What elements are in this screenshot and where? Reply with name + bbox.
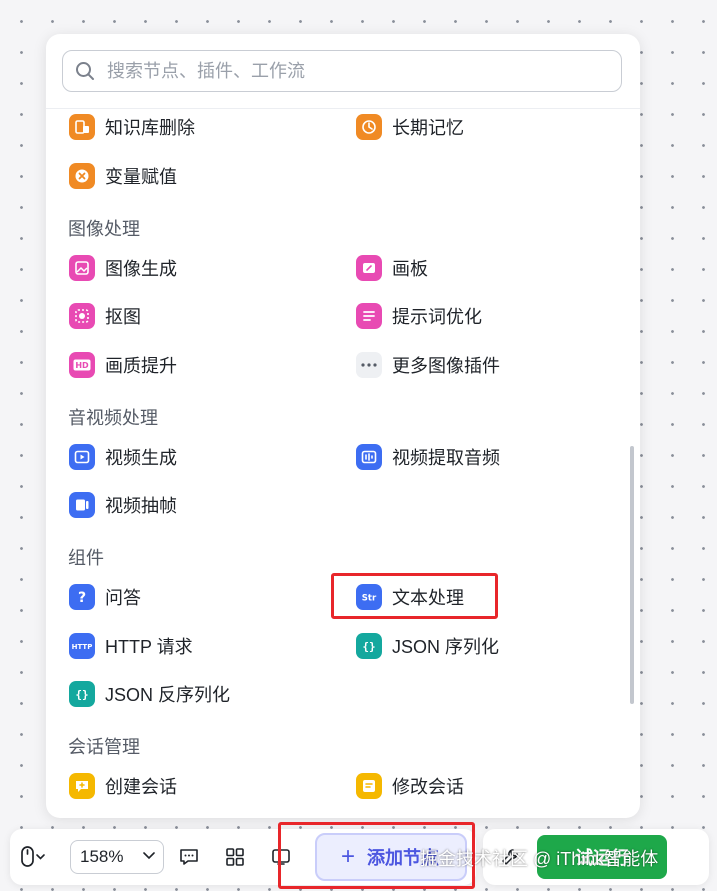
hd-icon: HD: [69, 352, 95, 378]
video-frames-icon: [69, 492, 95, 518]
node-label: 画板: [392, 259, 428, 279]
node-edit-conversation[interactable]: 修改会话: [356, 771, 464, 801]
comment-button[interactable]: [176, 844, 202, 870]
node-long-memory[interactable]: 长期记忆: [356, 112, 464, 142]
canvas-icon: [356, 255, 382, 281]
video-generate-icon: [69, 444, 95, 470]
scrollbar-thumb[interactable]: [630, 446, 634, 704]
section-conversation: 会话管理: [68, 737, 140, 757]
node-label: 变量赋值: [105, 167, 177, 187]
section-audio-video: 音视频处理: [68, 408, 158, 428]
search-icon: [76, 62, 94, 80]
search-divider: [46, 108, 640, 109]
node-video-frames[interactable]: 视频抽帧: [69, 490, 177, 520]
edit-conversation-icon: [356, 773, 382, 799]
node-image-generate[interactable]: 图像生成: [69, 253, 177, 283]
section-components: 组件: [68, 548, 104, 568]
memory-icon: [356, 114, 382, 140]
node-label: 视频生成: [105, 448, 177, 468]
svg-text:HD: HD: [75, 361, 89, 370]
svg-text:{}: {}: [362, 640, 375, 653]
layout-button[interactable]: [222, 844, 248, 870]
node-matting[interactable]: 抠图: [69, 301, 141, 331]
node-json-serialize[interactable]: {} JSON 序列化: [356, 631, 499, 661]
knowledge-delete-icon: [69, 114, 95, 140]
svg-text:{}: {}: [75, 688, 88, 701]
video-audio-icon: [356, 444, 382, 470]
node-http-request[interactable]: HTTP HTTP 请求: [69, 631, 193, 661]
node-label: 创建会话: [105, 777, 177, 797]
node-label: 知识库删除: [105, 118, 195, 138]
svg-text:?: ?: [78, 590, 86, 605]
watermark: 掘金技术社区 @ iThink智能体: [420, 849, 659, 869]
node-kb-delete[interactable]: 知识库删除: [69, 112, 195, 142]
http-icon: HTTP: [69, 633, 95, 659]
node-label: 画质提升: [105, 356, 177, 376]
node-json-deserialize[interactable]: {} JSON 反序列化: [69, 679, 230, 709]
node-canvas[interactable]: 画板: [356, 253, 428, 283]
svg-text:HTTP: HTTP: [72, 643, 93, 651]
chevron-down-icon: [143, 852, 155, 860]
section-image-processing: 图像处理: [68, 219, 140, 239]
node-variable-assign[interactable]: 变量赋值: [69, 161, 177, 191]
node-label: 提示词优化: [392, 307, 482, 327]
comment-icon: [180, 849, 198, 865]
create-conversation-icon: [69, 773, 95, 799]
node-label: 图像生成: [105, 259, 177, 279]
variable-assign-icon: [69, 163, 95, 189]
more-icon: [356, 352, 382, 378]
json-deserialize-icon: {}: [69, 681, 95, 707]
zoom-select[interactable]: 158%: [70, 840, 164, 874]
node-video-generate[interactable]: 视频生成: [69, 442, 177, 472]
question-icon: ?: [69, 584, 95, 610]
pointer-mode-button[interactable]: [20, 844, 46, 870]
node-label: 视频抽帧: [105, 496, 177, 516]
search-box[interactable]: [62, 50, 622, 92]
zoom-value: 158%: [80, 847, 124, 866]
node-label: 修改会话: [392, 777, 464, 797]
node-prompt-optimize[interactable]: 提示词优化: [356, 301, 482, 331]
node-label: 问答: [105, 588, 141, 608]
node-qa[interactable]: ? 问答: [69, 582, 141, 612]
node-label: 长期记忆: [392, 118, 464, 138]
node-video-extract-audio[interactable]: 视频提取音频: [356, 442, 500, 472]
node-more-image-plugins[interactable]: 更多图像插件: [356, 350, 500, 380]
node-picker-panel: 知识库删除 长期记忆 变量赋值 图像处理 图像生成 画板 抠图 提示词优化 HD…: [46, 34, 640, 818]
json-serialize-icon: {}: [356, 633, 382, 659]
highlight-box-text-processing: [331, 573, 498, 619]
node-label: JSON 序列化: [392, 637, 500, 657]
search-input[interactable]: [105, 59, 589, 83]
node-label: 更多图像插件: [392, 356, 500, 376]
node-label: 抠图: [105, 307, 141, 327]
image-generate-icon: [69, 255, 95, 281]
prompt-optimize-icon: [356, 303, 382, 329]
node-label: 视频提取音频: [392, 448, 500, 468]
node-quality-upscale[interactable]: HD 画质提升: [69, 350, 177, 380]
node-label: JSON 反序列化: [105, 685, 231, 705]
node-create-conversation[interactable]: 创建会话: [69, 771, 177, 801]
matting-icon: [69, 303, 95, 329]
mouse-icon: [21, 846, 45, 867]
grid-icon: [226, 848, 244, 866]
node-label: HTTP 请求: [105, 637, 193, 657]
